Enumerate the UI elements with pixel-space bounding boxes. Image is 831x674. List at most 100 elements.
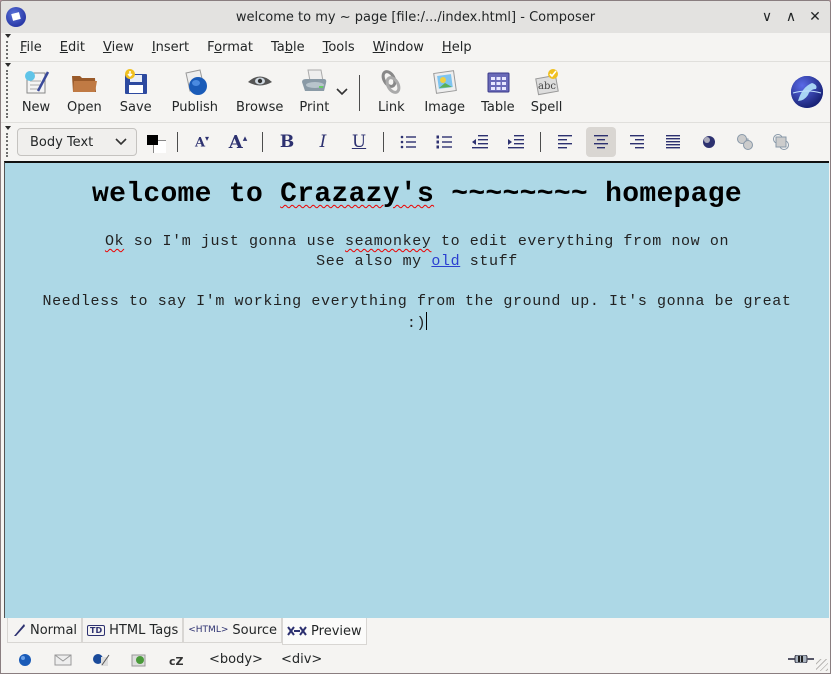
print-button[interactable]: Print xyxy=(299,62,329,115)
irc-chatzilla-icon[interactable]: cZ xyxy=(167,652,187,668)
image-button[interactable]: Image xyxy=(424,62,465,115)
toolbar-grip[interactable] xyxy=(5,33,11,61)
align-center-button[interactable] xyxy=(586,127,616,157)
toolbar-separator xyxy=(359,75,361,111)
bring-forward-button[interactable] xyxy=(730,127,760,157)
foreground-color-swatch[interactable] xyxy=(147,135,158,145)
toolbar-separator xyxy=(383,132,384,152)
numbered-list-button[interactable] xyxy=(429,127,459,157)
print-options-dropdown[interactable] xyxy=(335,62,349,122)
misspelled-word[interactable]: seamonkey xyxy=(345,233,431,250)
send-backward-button[interactable] xyxy=(766,127,796,157)
browser-globe-icon[interactable] xyxy=(15,652,35,668)
printer-icon xyxy=(302,69,327,91)
save-button[interactable]: Save xyxy=(120,62,152,115)
breadcrumb-div[interactable]: <div> xyxy=(281,652,322,667)
minimize-button[interactable]: ∨ xyxy=(758,7,776,27)
text-color-picker[interactable] xyxy=(145,131,167,153)
decrease-font-size-button[interactable]: A▾ xyxy=(187,127,217,157)
paragraph-style-select[interactable]: Body Text xyxy=(17,128,137,156)
maximize-button[interactable]: ∧ xyxy=(782,7,800,27)
format-toolbar: Body Text A▾ A▴ B I U xyxy=(1,123,830,161)
toolbar-grip[interactable] xyxy=(5,62,11,120)
absolute-position-icon xyxy=(703,136,715,148)
menu-insert[interactable]: Insert xyxy=(143,40,198,55)
justify-button[interactable] xyxy=(658,127,688,157)
text-caret xyxy=(426,312,428,330)
align-right-icon xyxy=(630,135,644,149)
misspelled-word[interactable]: Ok xyxy=(105,233,124,250)
mail-envelope-icon[interactable] xyxy=(53,652,73,668)
title-bar: welcome to my ~ page [file:/.../index.ht… xyxy=(1,1,830,33)
edit-mode-tabs: Normal TD HTML Tags <HTML> Source Previe… xyxy=(7,618,367,645)
composer-window: welcome to my ~ page [file:/.../index.ht… xyxy=(0,0,831,674)
justify-icon xyxy=(666,135,680,149)
seamonkey-composer-icon xyxy=(6,7,26,27)
svg-text:cZ: cZ xyxy=(169,655,184,666)
bold-button[interactable]: B xyxy=(272,127,302,157)
table-button[interactable]: Table xyxy=(481,62,515,115)
chevron-down-icon xyxy=(336,88,348,96)
publish-button[interactable]: Publish xyxy=(172,62,218,115)
menu-tools[interactable]: Tools xyxy=(314,40,364,55)
chevron-down-icon xyxy=(115,138,127,146)
outdent-button[interactable] xyxy=(465,127,495,157)
menu-table[interactable]: Table xyxy=(262,40,314,55)
spellcheck-icon: abc xyxy=(534,69,559,96)
toolbar-grip[interactable] xyxy=(5,125,11,159)
seamonkey-throbber-icon[interactable] xyxy=(790,75,824,109)
svg-text:abc: abc xyxy=(538,81,556,92)
old-stuff-link[interactable]: old xyxy=(431,253,460,270)
menu-format[interactable]: Format xyxy=(198,40,262,55)
chain-link-icon xyxy=(381,70,401,94)
close-button[interactable]: ✕ xyxy=(806,7,824,27)
menu-file[interactable]: File xyxy=(11,40,51,55)
eye-icon xyxy=(247,76,272,86)
breadcrumb-body[interactable]: <body> xyxy=(209,652,263,667)
italic-button[interactable]: I xyxy=(308,127,338,157)
publish-globe-icon xyxy=(185,69,207,95)
send-backward-icon xyxy=(773,134,789,150)
align-left-button[interactable] xyxy=(550,127,580,157)
tab-preview[interactable]: Preview xyxy=(282,618,367,645)
browse-button[interactable]: Browse xyxy=(236,62,283,115)
window-resize-grip[interactable] xyxy=(816,659,828,671)
bulleted-list-button[interactable] xyxy=(393,127,423,157)
table-grid-icon xyxy=(487,72,510,93)
pen-icon xyxy=(14,624,25,636)
indent-icon xyxy=(508,135,524,149)
preview-glasses-icon xyxy=(287,626,307,636)
bullet-list-icon xyxy=(400,135,416,149)
html-source-icon: <HTML> xyxy=(188,625,229,635)
menu-edit[interactable]: Edit xyxy=(51,40,94,55)
menu-help[interactable]: Help xyxy=(433,40,481,55)
folder-icon xyxy=(72,76,98,92)
underline-button[interactable]: U xyxy=(344,127,374,157)
floppy-disk-icon xyxy=(124,69,147,94)
composer-icon[interactable] xyxy=(91,652,111,668)
menu-window[interactable]: Window xyxy=(364,40,433,55)
numbered-list-icon xyxy=(436,135,452,149)
misspelled-word[interactable]: Crazazy's xyxy=(280,179,434,210)
indent-button[interactable] xyxy=(501,127,531,157)
toolbar-separator xyxy=(177,132,178,152)
new-document-icon xyxy=(25,71,50,94)
document-editor[interactable]: welcome to Crazazy's ~~~~~~~~ homepage O… xyxy=(4,161,829,618)
open-button[interactable]: Open xyxy=(67,62,102,115)
increase-font-size-button[interactable]: A▴ xyxy=(223,127,253,157)
absolute-position-button[interactable] xyxy=(694,127,724,157)
new-button[interactable]: New xyxy=(21,62,51,115)
menu-view[interactable]: View xyxy=(94,40,143,55)
tab-html-tags[interactable]: TD HTML Tags xyxy=(82,618,184,643)
online-status-plug-icon[interactable] xyxy=(788,655,814,663)
menu-bar: File Edit View Insert Format Table Tools… xyxy=(1,33,830,62)
tab-source[interactable]: <HTML> Source xyxy=(183,618,283,643)
spell-button[interactable]: abc Spell xyxy=(531,62,562,115)
paragraph: Ok so I'm just gonna use seamonkey to ed… xyxy=(104,233,730,270)
address-book-icon[interactable] xyxy=(129,652,149,668)
align-right-button[interactable] xyxy=(622,127,652,157)
composition-toolbar: New Open Save Publish Browse Print Link xyxy=(1,62,830,123)
tab-normal[interactable]: Normal xyxy=(7,618,83,643)
picture-icon xyxy=(432,70,457,94)
link-button[interactable]: Link xyxy=(376,62,406,115)
